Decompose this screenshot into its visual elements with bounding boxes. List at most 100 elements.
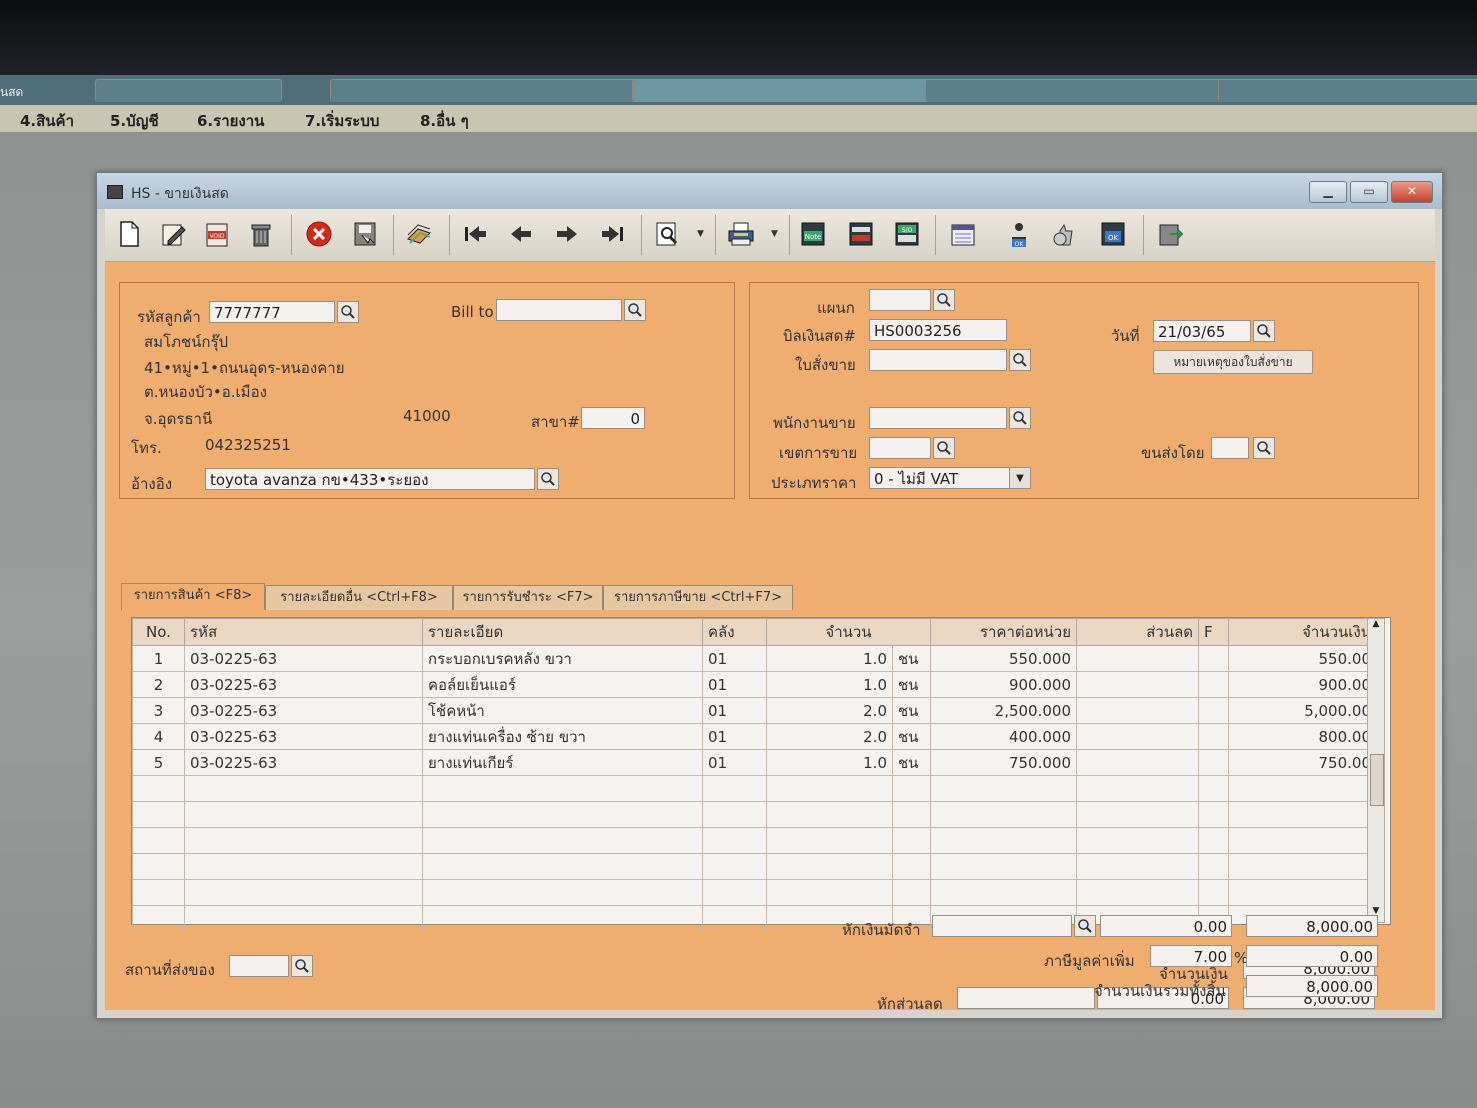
table-row[interactable]: 5 03-0225-63 ยางแท่นเกียร์ 01 1.0 ชน 750.000 75… (132, 749, 1377, 776)
cell-no[interactable] (132, 827, 185, 854)
cell-price[interactable] (930, 801, 1077, 828)
tab-payments[interactable]: รายการรับชำระ <F7> (453, 585, 603, 610)
print-dropdown-arrow[interactable]: ▼ (771, 229, 778, 239)
sales-order-icon[interactable]: S/O (891, 217, 923, 251)
cell-no[interactable]: 1 (132, 645, 185, 672)
cell-price[interactable] (930, 879, 1077, 906)
cell-price[interactable]: 900.000 (930, 671, 1077, 698)
col-header-unit-price[interactable]: ราคาต่อหน่วย (930, 618, 1077, 646)
deposit-search-icon[interactable] (1074, 915, 1096, 937)
shipped-by-search-icon[interactable] (1253, 437, 1275, 459)
maximize-button[interactable]: ▭ (1350, 181, 1388, 203)
cell-disc[interactable] (1076, 879, 1199, 906)
cell-wh[interactable]: 01 (702, 671, 767, 698)
cell-code[interactable] (184, 853, 423, 880)
cell-desc[interactable] (422, 827, 703, 854)
cell-wh[interactable]: 01 (702, 749, 767, 776)
cell-f[interactable] (1198, 879, 1229, 906)
cell-qty[interactable]: 1.0 (766, 671, 893, 698)
minimize-button[interactable]: ▁ (1309, 181, 1347, 203)
col-header-code[interactable]: รหัส (184, 618, 423, 646)
cell-wh[interactable] (702, 853, 767, 880)
cell-disc[interactable] (1076, 697, 1199, 724)
cell-qty[interactable] (766, 853, 893, 880)
cell-unit[interactable]: ชน (892, 671, 931, 698)
table-row[interactable] (132, 775, 1377, 802)
save-icon[interactable] (349, 217, 381, 251)
deposit-text-input[interactable] (932, 915, 1072, 937)
cell-qty[interactable] (766, 827, 893, 854)
cell-amount[interactable]: 550.00 (1228, 645, 1377, 672)
sales-area-input[interactable] (869, 437, 931, 459)
cell-no[interactable] (132, 853, 185, 880)
cell-qty[interactable] (766, 879, 893, 906)
bill-to-input[interactable] (496, 299, 622, 321)
date-search-icon[interactable] (1253, 320, 1275, 342)
find-document-icon[interactable] (651, 217, 683, 251)
cell-price[interactable]: 550.000 (930, 645, 1077, 672)
cell-unit[interactable]: ชน (892, 749, 931, 776)
vat-rate-input[interactable]: 7.00 (1150, 945, 1232, 967)
table-row[interactable] (132, 801, 1377, 828)
department-search-icon[interactable] (933, 289, 955, 311)
cell-f[interactable] (1198, 671, 1229, 698)
col-header-amount[interactable]: จำนวนเงิน (1228, 618, 1377, 646)
cell-unit[interactable]: ชน (892, 697, 931, 724)
menu-item-products[interactable]: 4.สินค้า (20, 109, 74, 133)
col-header-discount[interactable]: ส่วนลด (1076, 618, 1199, 646)
cell-qty[interactable] (766, 775, 893, 802)
shipped-by-input[interactable] (1211, 437, 1249, 459)
cell-code[interactable]: 03-0225-63 (184, 671, 423, 698)
cell-disc[interactable] (1076, 723, 1199, 750)
cell-wh[interactable] (702, 801, 767, 828)
cell-wh[interactable] (702, 827, 767, 854)
cell-desc[interactable]: ยางแท่นเกียร์ (422, 749, 703, 776)
table-row[interactable] (132, 853, 1377, 880)
sales-area-search-icon[interactable] (933, 437, 955, 459)
cell-disc[interactable] (1076, 749, 1199, 776)
scroll-up-icon[interactable]: ▲ (1368, 619, 1384, 635)
col-header-description[interactable]: รายละเอียด (422, 618, 703, 646)
cell-desc[interactable]: ยางแท่นเครื่อง ซ้าย ขวา (422, 723, 703, 750)
cell-f[interactable] (1198, 827, 1229, 854)
cell-unit[interactable] (892, 879, 931, 906)
cell-unit[interactable] (892, 775, 931, 802)
sales-order-search-icon[interactable] (1009, 349, 1031, 371)
bill-to-search-icon[interactable] (624, 299, 646, 321)
cell-f[interactable] (1198, 749, 1229, 776)
cell-unit[interactable]: ชน (892, 723, 931, 750)
grid-scrollbar[interactable]: ▲ ▼ (1367, 618, 1385, 923)
approve-person-icon[interactable]: OK (1003, 217, 1035, 251)
close-button[interactable]: ✕ (1391, 181, 1433, 203)
cell-desc[interactable] (422, 775, 703, 802)
edit-document-icon[interactable] (157, 217, 189, 251)
menu-item-accounts[interactable]: 5.บัญชี (110, 109, 159, 133)
memo-icon[interactable] (845, 217, 877, 251)
deposit-amount-input[interactable]: 0.00 (1100, 915, 1232, 937)
scroll-thumb[interactable] (1370, 754, 1384, 806)
cell-price[interactable]: 400.000 (930, 723, 1077, 750)
cell-disc[interactable] (1076, 671, 1199, 698)
cell-wh[interactable]: 01 (702, 697, 767, 724)
next-record-icon[interactable] (551, 217, 583, 251)
table-row[interactable]: 1 03-0225-63 กระบอกเบรคหลัง ขวา 01 1.0 ชน 550.… (132, 645, 1377, 672)
cell-amount[interactable]: 900.00 (1228, 671, 1377, 698)
cell-f[interactable] (1198, 775, 1229, 802)
cell-desc[interactable] (422, 801, 703, 828)
cell-unit[interactable] (892, 853, 931, 880)
cell-price[interactable] (930, 775, 1077, 802)
menu-item-setup[interactable]: 7.เริ่มระบบ (305, 109, 379, 133)
table-row[interactable]: 2 03-0225-63 คอล์ยเย็นแอร์ 01 1.0 ชน 900.000 90… (132, 671, 1377, 698)
cell-code[interactable]: 03-0225-63 (184, 697, 423, 724)
col-header-warehouse[interactable]: คลัง (702, 618, 767, 646)
col-header-flag[interactable]: F (1198, 618, 1229, 646)
cell-code[interactable] (184, 905, 423, 932)
cell-desc[interactable] (422, 905, 703, 932)
cell-code[interactable] (184, 801, 423, 828)
cell-no[interactable]: 2 (132, 671, 185, 698)
cell-price[interactable]: 2,500.000 (930, 697, 1077, 724)
cell-wh[interactable] (702, 905, 767, 932)
bill-number-input[interactable]: HS0003256 (869, 319, 1007, 341)
copy-documents-icon[interactable] (403, 217, 435, 251)
cancel-icon[interactable] (303, 217, 335, 251)
